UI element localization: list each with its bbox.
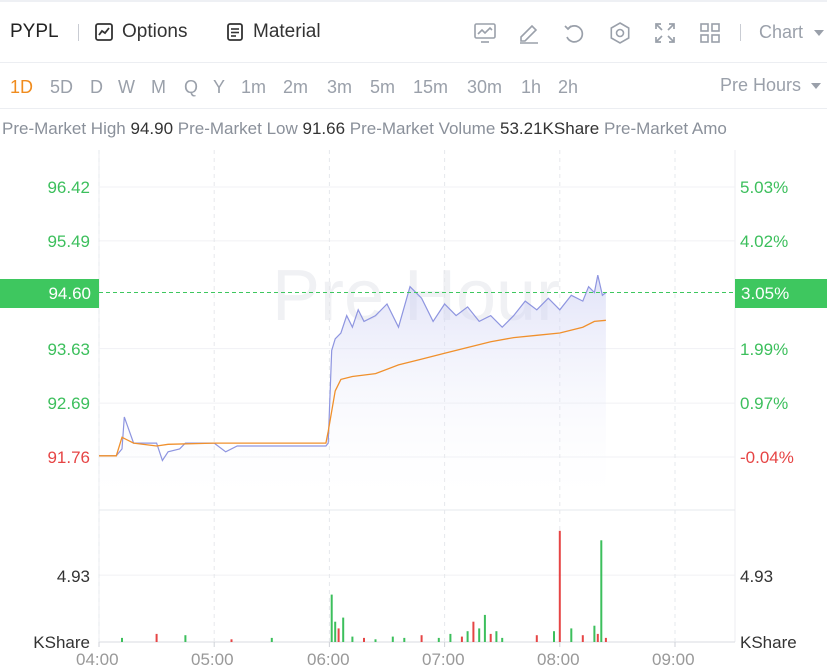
volume-bar [230, 639, 233, 642]
volume-unit-right: KShare [740, 633, 797, 652]
volume-bars [121, 530, 607, 642]
volume-bar [155, 633, 158, 642]
volume-bar [420, 635, 423, 642]
volume-bar [604, 637, 607, 642]
volume-bar [342, 617, 345, 642]
percent-tick: 4.02% [740, 232, 789, 251]
time-tick: 06:00 [307, 650, 350, 669]
percent-tick: 0.97% [740, 394, 789, 413]
volume-bar [558, 530, 561, 642]
volume-bar [270, 637, 273, 642]
volume-bar [460, 636, 463, 642]
volume-bar [121, 637, 123, 642]
current-percent-badge: 3.05% [735, 279, 827, 308]
volume-bar [334, 621, 337, 642]
volume-bar [330, 594, 333, 642]
volume-bar [403, 637, 406, 642]
volume-bar [489, 633, 492, 642]
price-tick: 93.63 [47, 340, 90, 359]
volume-bar [472, 621, 475, 642]
volume-bar [483, 614, 486, 642]
volume-bar [570, 628, 573, 642]
percent-tick: 1.99% [740, 340, 789, 359]
time-tick: 09:00 [652, 650, 695, 669]
volume-bar [374, 639, 377, 642]
volume-bar [593, 625, 596, 642]
percent-tick: 5.03% [740, 178, 789, 197]
volume-bar [553, 631, 555, 642]
price-tick: 95.49 [47, 232, 90, 251]
volume-bar [581, 635, 584, 642]
volume-bar [337, 628, 340, 642]
volume-bar [363, 637, 365, 642]
volume-bar [495, 631, 498, 642]
volume-tick: 4.93 [56, 567, 90, 586]
time-tick: 04:00 [76, 650, 119, 669]
current-price-badge: 94.60 [0, 279, 99, 308]
time-tick: 08:00 [537, 650, 580, 669]
volume-bar [596, 633, 599, 642]
volume-bar [600, 540, 603, 642]
price-tick: 96.42 [47, 178, 90, 197]
volume-bar [535, 635, 538, 642]
time-tick: 05:00 [191, 650, 234, 669]
volume-bar [184, 635, 187, 642]
volume-bar [449, 633, 452, 642]
price-chart[interactable]: Pre Hour [0, 0, 827, 671]
volume-bar [437, 637, 440, 642]
volume-bar [501, 637, 504, 642]
percent-tick: -0.04% [740, 448, 794, 467]
volume-tick-right: 4.93 [740, 567, 774, 586]
price-tick: 91.76 [47, 448, 90, 467]
time-tick: 07:00 [422, 650, 465, 669]
volume-bar [478, 628, 481, 642]
price-tick: 92.69 [47, 394, 90, 413]
volume-bar [351, 636, 354, 642]
volume-bar [466, 631, 469, 642]
volume-bar [391, 636, 394, 642]
